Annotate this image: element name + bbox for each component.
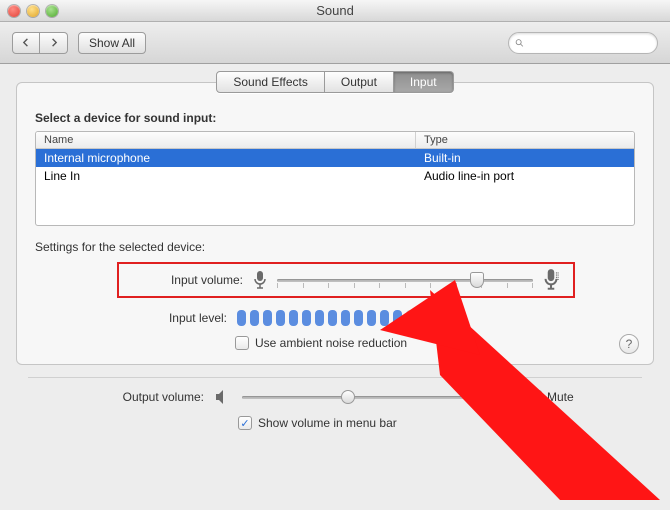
col-type[interactable]: Type: [416, 132, 634, 148]
mic-large-icon: [543, 268, 559, 292]
input-level-row: Input level:: [117, 310, 635, 326]
noise-reduction-row: Use ambient noise reduction: [235, 336, 635, 350]
device-table: Name Type Internal microphoneBuilt-inLin…: [35, 131, 635, 226]
input-level-meter: [237, 310, 428, 326]
input-volume-slider[interactable]: [277, 272, 533, 288]
search-input[interactable]: [528, 37, 651, 49]
highlight-box: Input volume:: [117, 262, 575, 298]
show-volume-checkbox[interactable]: ✓: [238, 416, 252, 430]
minimize-button[interactable]: [27, 5, 39, 17]
divider: [28, 377, 642, 378]
table-blank: [36, 185, 634, 225]
tab-input[interactable]: Input: [394, 71, 454, 93]
show-all-button[interactable]: Show All: [78, 32, 146, 54]
close-button[interactable]: [8, 5, 20, 17]
mute-row: Mute: [528, 390, 574, 404]
sound-panel: Sound EffectsOutputInput Select a device…: [16, 82, 654, 365]
show-volume-row: ✓ Show volume in menu bar: [238, 416, 636, 430]
tab-sound-effects[interactable]: Sound Effects: [216, 71, 325, 93]
help-button[interactable]: ?: [619, 334, 639, 354]
device-row[interactable]: Internal microphoneBuilt-in: [36, 149, 634, 167]
device-row[interactable]: Line InAudio line-in port: [36, 167, 634, 185]
show-volume-label: Show volume in menu bar: [258, 416, 397, 430]
speaker-high-icon: [482, 388, 506, 406]
speaker-low-icon: [214, 388, 232, 406]
noise-reduction-checkbox[interactable]: [235, 336, 249, 350]
tab-bar: Sound EffectsOutputInput: [35, 71, 635, 93]
input-level-label: Input level:: [117, 311, 227, 325]
output-volume-slider[interactable]: [242, 389, 472, 405]
mic-small-icon: [253, 269, 267, 291]
settings-heading: Settings for the selected device:: [35, 240, 635, 254]
search-field[interactable]: [508, 32, 658, 54]
titlebar: Sound: [0, 0, 670, 22]
mute-label: Mute: [547, 390, 574, 404]
output-volume-label: Output volume:: [34, 390, 204, 404]
window-title: Sound: [0, 3, 670, 18]
toolbar: Show All: [0, 22, 670, 64]
traffic-lights: [8, 5, 58, 17]
zoom-button[interactable]: [46, 5, 58, 17]
forward-button[interactable]: [40, 32, 68, 54]
search-icon: [515, 37, 524, 49]
nav-buttons: [12, 32, 68, 54]
table-header: Name Type: [36, 132, 634, 149]
noise-reduction-label: Use ambient noise reduction: [255, 336, 407, 350]
output-area: Output volume: Mute ✓ Show volume in men…: [0, 388, 670, 440]
input-volume-label: Input volume:: [133, 273, 243, 287]
mute-checkbox[interactable]: [528, 390, 542, 404]
device-heading: Select a device for sound input:: [35, 111, 635, 125]
back-button[interactable]: [12, 32, 40, 54]
col-name[interactable]: Name: [36, 132, 416, 148]
tab-output[interactable]: Output: [325, 71, 394, 93]
